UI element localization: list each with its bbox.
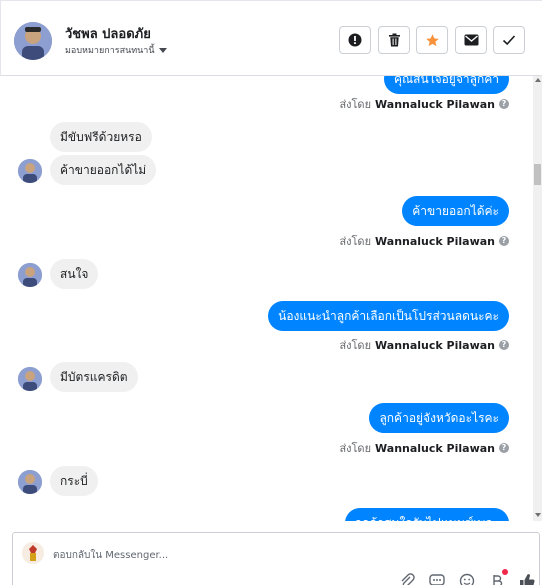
sent-by-prefix: ส่งโดย xyxy=(339,339,372,352)
assign-conversation-dropdown[interactable]: มอบหมายการสนทนานี้ xyxy=(65,43,167,57)
sent-by-prefix: ส่งโดย xyxy=(339,235,372,248)
thumbs-up-icon[interactable] xyxy=(518,573,536,585)
message-thread: คุณสนใจอยู่จำลูกค้า ส่งโดย Wannaluck Pil… xyxy=(0,76,544,521)
assign-conversation-label: มอบหมายการสนทนานี้ xyxy=(65,46,155,56)
thread-scrollbar[interactable] xyxy=(533,76,542,521)
outgoing-message: คุณสนใจอยู่จำลูกค้า xyxy=(384,76,509,94)
messenger-inbox-conversation: วัชพล ปลอดภัย มอบหมายการสนทนานี้ คุณสนใจ… xyxy=(0,0,544,585)
help-icon[interactable]: ? xyxy=(499,99,509,109)
scrollbar-thumb[interactable] xyxy=(534,164,541,185)
sent-by-label: ส่งโดย Wannaluck Pilawan ? xyxy=(339,336,509,354)
contact-avatar-small xyxy=(18,263,42,287)
outgoing-message: ลูกค้าสนใจรับไฟแนนซ์เพอะ xyxy=(344,508,509,521)
payment-icon[interactable] xyxy=(488,569,508,585)
notification-dot xyxy=(502,569,508,575)
help-icon[interactable]: ? xyxy=(499,443,509,453)
sender-name: Wannaluck Pilawan xyxy=(375,338,495,352)
contact-avatar-small xyxy=(18,470,42,494)
sent-by-prefix: ส่งโดย xyxy=(339,442,372,455)
sent-by-label: ส่งโดย Wannaluck Pilawan ? xyxy=(339,232,509,250)
incoming-message: มีบัตรแครดิต xyxy=(50,362,138,392)
incoming-message: กระบี่ xyxy=(50,466,98,496)
scroll-down-icon[interactable] xyxy=(535,513,541,517)
sender-name: Wannaluck Pilawan xyxy=(375,97,495,111)
composer-toolbar xyxy=(398,569,536,585)
outgoing-message: ค้าขายออกได้ค่ะ xyxy=(402,196,509,226)
outgoing-message: น้องแนะนำลูกค้าเลือกเป็นโปรส่วนลดนะคะ xyxy=(268,301,509,331)
contact-avatar-small xyxy=(18,159,42,183)
page-avatar xyxy=(22,542,44,564)
mark-done-button[interactable] xyxy=(493,26,525,54)
contact-avatar[interactable] xyxy=(14,22,52,60)
conversation-header: วัชพล ปลอดภัย มอบหมายการสนทนานี้ xyxy=(0,0,542,76)
sender-name: Wannaluck Pilawan xyxy=(375,234,495,248)
mark-spam-button[interactable] xyxy=(339,26,371,54)
envelope-icon xyxy=(464,34,478,46)
reply-composer[interactable]: ตอบกลับใน Messenger... xyxy=(12,532,540,585)
contact-name[interactable]: วัชพล ปลอดภัย xyxy=(65,23,151,44)
alert-icon xyxy=(348,33,362,47)
incoming-message: ค้าขายออกได้ไม่ xyxy=(50,155,157,185)
sent-by-prefix: ส่งโดย xyxy=(339,98,372,111)
sender-name: Wannaluck Pilawan xyxy=(375,441,495,455)
mark-unread-button[interactable] xyxy=(455,26,487,54)
emoji-icon[interactable] xyxy=(458,573,476,585)
check-icon xyxy=(502,35,516,46)
incoming-message: สนใจ xyxy=(50,259,99,289)
incoming-message: มีขับฟรีด้วยหรอ xyxy=(50,122,152,152)
trash-icon xyxy=(388,33,400,47)
contact-avatar-small xyxy=(18,367,42,391)
attachment-icon[interactable] xyxy=(398,573,416,585)
help-icon[interactable]: ? xyxy=(499,236,509,246)
caret-down-icon xyxy=(158,47,167,53)
sent-by-label: ส่งโดย Wannaluck Pilawan ? xyxy=(339,95,509,113)
help-icon[interactable]: ? xyxy=(499,340,509,350)
saved-replies-icon[interactable] xyxy=(428,573,446,585)
scroll-up-icon[interactable] xyxy=(535,78,541,82)
sent-by-label: ส่งโดย Wannaluck Pilawan ? xyxy=(339,439,509,457)
delete-button[interactable] xyxy=(378,26,410,54)
star-button[interactable] xyxy=(416,26,448,54)
reply-input[interactable]: ตอบกลับใน Messenger... xyxy=(53,548,168,563)
star-icon xyxy=(425,33,439,46)
outgoing-message: ลูกค้าอยู่จังหวัดอะไรคะ xyxy=(369,403,509,433)
